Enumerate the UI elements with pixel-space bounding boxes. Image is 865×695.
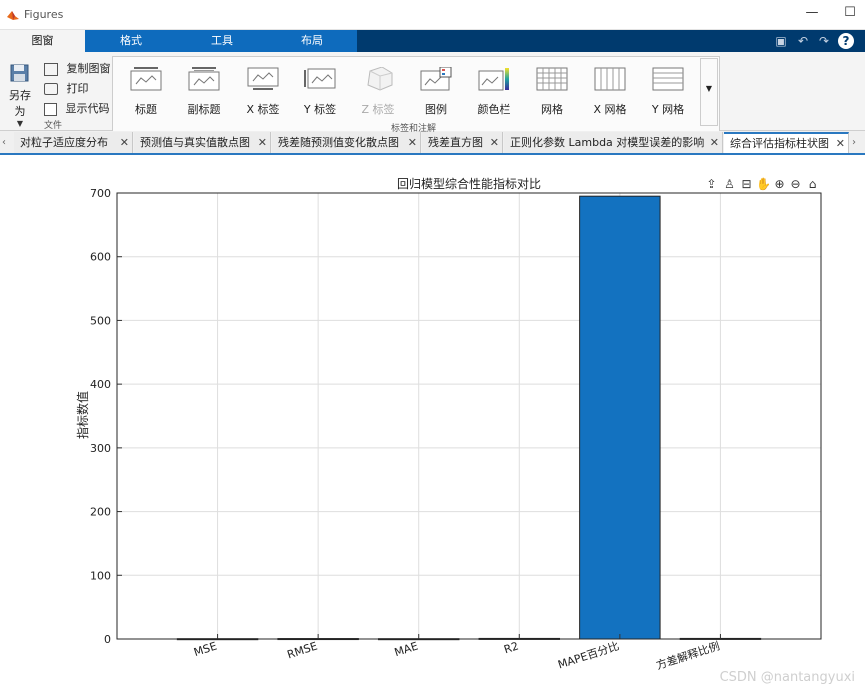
window-titlebar: Figures — ☐	[0, 0, 865, 30]
pan-hand-icon[interactable]: ✋	[756, 177, 771, 192]
ylabel-icon	[304, 68, 336, 89]
tab-figure[interactable]: 图窗	[0, 30, 85, 52]
minimize-button[interactable]: —	[804, 6, 820, 22]
title-button[interactable]: 标题	[119, 65, 173, 121]
redo-icon[interactable]: ↷	[816, 33, 832, 49]
datatip-icon[interactable]: ⊟	[739, 177, 754, 192]
zlabel-icon	[367, 66, 393, 91]
save-as-icon	[10, 64, 29, 82]
xgrid-label: X 网格	[593, 103, 627, 116]
help-icon[interactable]: ?	[838, 33, 854, 49]
xlabel-icon	[247, 67, 279, 90]
doc-tab[interactable]: 预测值与真实值散点图 ✕	[134, 132, 271, 153]
show-code-checkbox[interactable]: 显示代码	[44, 100, 110, 116]
ygrid-icon	[652, 67, 684, 91]
doc-tab-label: 残差随预测值变化散点图	[278, 136, 399, 149]
watermark: CSDN @nantangyuxi	[719, 670, 855, 685]
colorbar-label: 颜色栏	[477, 103, 511, 116]
close-icon[interactable]: ✕	[490, 132, 499, 153]
maximize-button[interactable]: ☐	[842, 6, 858, 22]
close-icon[interactable]: ✕	[408, 132, 417, 153]
close-icon[interactable]: ✕	[710, 132, 719, 153]
ylabel-label: Y 标签	[303, 103, 337, 116]
colorbar-button[interactable]: 颜色栏	[467, 65, 521, 121]
doc-tab[interactable]: 正则化参数 Lambda 对模型误差的影响 ✕	[504, 132, 723, 153]
ygrid-button[interactable]: Y 网格	[641, 65, 695, 121]
zoom-out-icon[interactable]: ⊖	[788, 177, 803, 192]
show-code-label: 显示代码	[65, 102, 110, 115]
figure-canvas	[0, 155, 865, 695]
chevron-down-icon: ▼	[705, 84, 713, 93]
doc-tab-label: 残差直方图	[428, 136, 483, 149]
tab-layout[interactable]: 布局	[267, 30, 357, 52]
zlabel-label: Z 标签	[361, 103, 395, 116]
subtitle-icon	[188, 67, 220, 91]
grid-button[interactable]: 网格	[525, 65, 579, 121]
ribbon-tab-bar: 图窗 格式 工具 布局 ▣ ↶ ↷ ?	[0, 30, 865, 52]
checkbox-icon	[44, 102, 57, 116]
file-group-label: 文件	[44, 121, 63, 131]
doc-tab[interactable]: 残差直方图 ✕	[422, 132, 503, 153]
copy-figure-button[interactable]: 复制图窗	[44, 60, 111, 76]
colorbar-icon	[478, 68, 509, 91]
copy-figure-label: 复制图窗	[66, 62, 111, 75]
save-as-button[interactable]: 另存为 ▼	[4, 60, 36, 128]
doc-tab[interactable]: 残差随预测值变化散点图 ✕	[272, 132, 421, 153]
xlabel-label: X 标签	[246, 103, 280, 116]
close-icon[interactable]: ✕	[120, 132, 129, 153]
ylabel-button[interactable]: Y 标签	[293, 65, 347, 121]
save-icon[interactable]: ▣	[773, 33, 789, 49]
title-label: 标题	[135, 103, 157, 116]
ribbon-toolstrip: 另存为 ▼ 复制图窗 打印 显示代码 文件 标题 副标题 X 标签 Y 标签 Z…	[0, 52, 865, 134]
doc-tab[interactable]: 对粒子适应度分布 ✕	[14, 132, 133, 153]
legend-icon	[420, 66, 452, 91]
doc-tab-label: 对粒子适应度分布	[20, 136, 108, 149]
doc-tab-label: 正则化参数 Lambda 对模型误差的影响	[510, 136, 705, 149]
legend-button[interactable]: 图例	[409, 65, 463, 121]
subtitle-label: 副标题	[187, 103, 221, 116]
tab-format[interactable]: 格式	[85, 30, 177, 52]
window-title: Figures	[24, 8, 64, 21]
export-icon[interactable]: ⇪	[704, 177, 719, 192]
chevron-down-icon: ▼	[16, 119, 24, 128]
matlab-logo-icon	[7, 11, 19, 20]
close-icon[interactable]: ✕	[258, 132, 267, 153]
document-tab-bar: ‹ 对粒子适应度分布 ✕ 预测值与真实值散点图 ✕ 残差随预测值变化散点图 ✕ …	[0, 132, 865, 155]
zoom-in-icon[interactable]: ⊕	[772, 177, 787, 192]
doc-tab-active[interactable]: 综合评估指标柱状图 ✕	[724, 132, 849, 153]
title-icon	[130, 67, 162, 91]
annotation-group: 标题 副标题 X 标签 Y 标签 Z 标签 图例 颜色栏 网格 X 网格 Y 网…	[112, 56, 720, 134]
doc-tab-label: 预测值与真实值散点图	[140, 136, 250, 149]
xgrid-icon	[594, 67, 626, 91]
tab-scroll-left-icon[interactable]: ‹	[2, 132, 14, 153]
print-label: 打印	[66, 82, 89, 95]
subtitle-button[interactable]: 副标题	[177, 65, 231, 121]
grid-label: 网格	[541, 103, 563, 116]
close-icon[interactable]: ✕	[836, 134, 845, 153]
grid-icon	[536, 67, 568, 91]
tab-scroll-right-icon[interactable]: ›	[852, 132, 864, 153]
zlabel-button[interactable]: Z 标签	[351, 65, 405, 121]
brush-icon[interactable]: ♙	[722, 177, 737, 192]
ygrid-label: Y 网格	[651, 103, 685, 116]
file-group: 另存为 ▼ 复制图窗 打印 显示代码 文件	[0, 52, 111, 131]
printer-icon	[44, 83, 58, 95]
xgrid-button[interactable]: X 网格	[583, 65, 637, 121]
legend-label: 图例	[425, 103, 447, 116]
print-button[interactable]: 打印	[44, 80, 89, 95]
ribbon-expand-button[interactable]: ▼	[700, 58, 718, 126]
save-as-label: 另存为	[9, 89, 31, 118]
doc-tab-label: 综合评估指标柱状图	[730, 137, 829, 150]
tab-tools[interactable]: 工具	[177, 30, 267, 52]
copy-icon	[44, 62, 58, 76]
home-icon[interactable]: ⌂	[805, 177, 820, 192]
undo-icon[interactable]: ↶	[795, 33, 811, 49]
xlabel-button[interactable]: X 标签	[236, 65, 290, 121]
